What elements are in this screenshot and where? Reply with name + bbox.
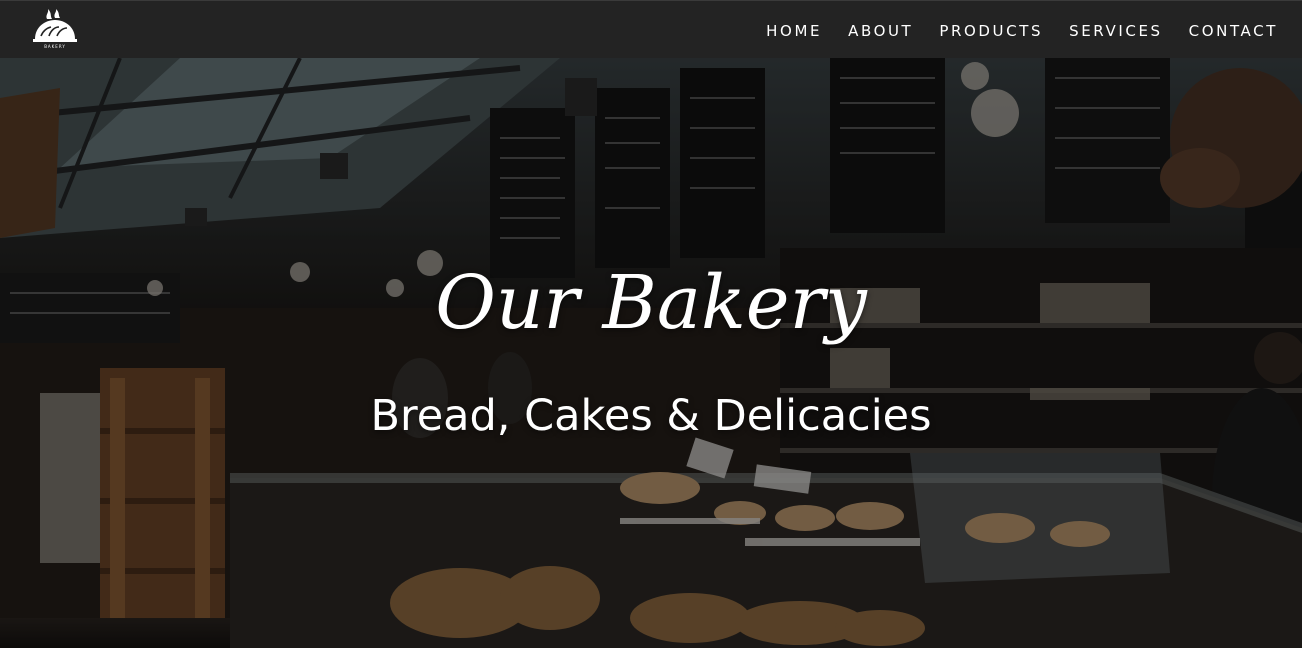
bread-basket-icon bbox=[33, 9, 77, 42]
hero-section: Our Bakery Bread, Cakes & Delicacies bbox=[0, 58, 1302, 648]
bakery-logo[interactable]: BAKERY bbox=[31, 9, 79, 49]
hero-overlay bbox=[0, 58, 1302, 648]
nav-item-about: ABOUT bbox=[848, 21, 913, 40]
nav-item-contact: CONTACT bbox=[1189, 21, 1278, 40]
nav-item-services: SERVICES bbox=[1069, 21, 1163, 40]
main-nav: HOME ABOUT PRODUCTS SERVICES CONTACT bbox=[740, 1, 1278, 59]
nav-link-services[interactable]: SERVICES bbox=[1069, 22, 1163, 40]
logo-text: BAKERY bbox=[44, 44, 66, 49]
nav-link-about[interactable]: ABOUT bbox=[848, 22, 913, 40]
hero-subtitle: Bread, Cakes & Delicacies bbox=[370, 391, 932, 441]
nav-link-home[interactable]: HOME bbox=[766, 22, 822, 40]
navbar: BAKERY HOME ABOUT PRODUCTS SERVICES CONT… bbox=[0, 0, 1302, 58]
nav-item-home: HOME bbox=[766, 21, 822, 40]
nav-link-contact[interactable]: CONTACT bbox=[1189, 22, 1278, 40]
nav-item-products: PRODUCTS bbox=[939, 21, 1043, 40]
nav-link-products[interactable]: PRODUCTS bbox=[939, 22, 1043, 40]
hero-title: Our Bakery bbox=[435, 260, 867, 346]
